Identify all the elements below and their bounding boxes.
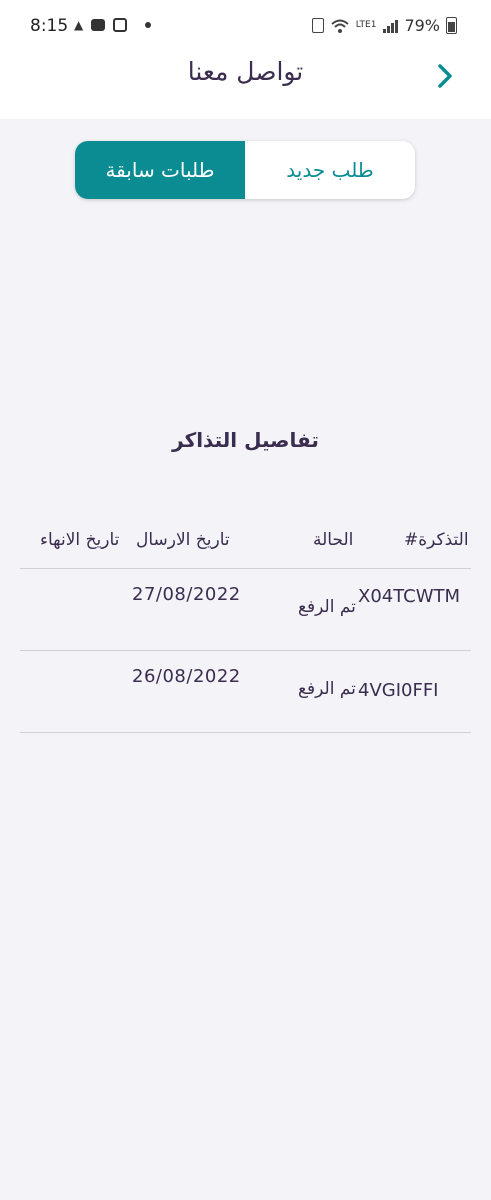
header-ticket: #التذكرة <box>404 530 469 550</box>
tab-previous-requests[interactable]: طلبات سابقة <box>75 141 245 199</box>
table-header: #التذكرة الحالة تاريخ الارسال تاريخ الان… <box>20 520 471 569</box>
tickets-table: #التذكرة الحالة تاريخ الارسال تاريخ الان… <box>20 520 471 733</box>
notification-icons: ▲ <box>74 18 152 32</box>
instagram-icon <box>113 18 128 32</box>
page-title: تواصل معنا <box>187 57 304 86</box>
youtube-icon <box>91 19 106 31</box>
network-type-label: LTE1 <box>355 20 377 30</box>
ticket-status: تم الرفع <box>298 679 356 699</box>
tab-new-request[interactable]: طلب جديد <box>245 141 415 199</box>
more-notifications-icon <box>145 22 152 28</box>
wifi-icon <box>331 19 349 33</box>
ticket-status: تم الرفع <box>298 597 356 617</box>
system-icons: LTE1 79% <box>311 16 457 35</box>
header-status: الحالة <box>313 530 354 550</box>
header-end-date: تاريخ الانهاء <box>40 530 120 550</box>
chevron-right-icon <box>438 64 452 88</box>
back-button[interactable] <box>433 62 457 90</box>
battery-icon <box>446 17 457 34</box>
signal-icon <box>382 19 399 33</box>
section-title: تفاصيل التذاكر <box>172 428 319 452</box>
ticket-send-date: 27/08/2022 <box>132 584 241 605</box>
header-send-date: تاريخ الارسال <box>136 530 230 550</box>
mosque-icon: ▲ <box>74 18 84 32</box>
table-row[interactable]: X04TCWTM تم الرفع 27/08/2022 <box>20 569 471 651</box>
status-time: 8:15 <box>30 16 69 36</box>
sim-icon <box>311 18 324 33</box>
battery-percent: 79% <box>404 16 440 35</box>
table-row[interactable]: 4VGI0FFI تم الرفع 26/08/2022 <box>20 651 471 733</box>
status-bar: 8:15 ▲ LTE1 79% <box>0 0 491 52</box>
request-tabs: طلبات سابقة طلب جديد <box>75 141 415 199</box>
app-header: تواصل معنا <box>0 52 491 119</box>
ticket-send-date: 26/08/2022 <box>132 666 241 687</box>
